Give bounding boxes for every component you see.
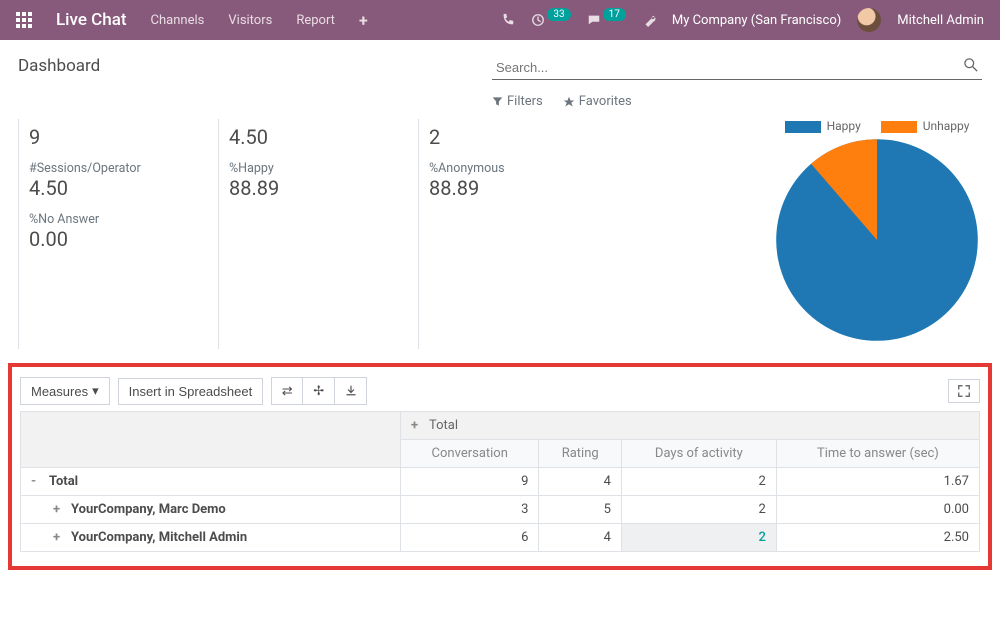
pivot-panel: Measures ▾ Insert in Spreadsheet ⇄ ✢ +To… <box>8 363 992 570</box>
messages-badge[interactable]: 17 <box>587 13 626 27</box>
pivot-column-header[interactable]: Conversation <box>401 440 539 468</box>
download-icon <box>345 385 357 397</box>
favorites-button[interactable]: Favorites <box>563 94 632 109</box>
phone-icon[interactable] <box>501 13 515 27</box>
pivot-row-header[interactable]: +YourCompany, Mitchell Admin <box>21 524 401 552</box>
pivot-cell[interactable]: 0.00 <box>776 496 979 524</box>
download-button[interactable] <box>335 377 367 405</box>
flip-axis-button[interactable]: ⇄ <box>271 377 303 405</box>
apps-icon[interactable] <box>16 12 32 28</box>
kpi-cell: 2 %Anonymous 88.89 <box>418 119 618 349</box>
user-menu[interactable]: Mitchell Admin <box>897 13 984 28</box>
star-icon <box>563 96 575 108</box>
legend-happy: Happy <box>785 119 861 133</box>
expand-icon <box>958 385 970 397</box>
activity-badge[interactable]: 33 <box>531 13 570 27</box>
pivot-column-header[interactable]: Rating <box>539 440 621 468</box>
pivot-cell[interactable]: 2 <box>621 496 776 524</box>
add-icon[interactable]: + <box>359 11 368 30</box>
nav-report[interactable]: Report <box>296 13 335 28</box>
caret-down-icon: ▾ <box>92 383 99 399</box>
kpi-region: 9 #Sessions/Operator 4.50 %No Answer 0.0… <box>0 119 1000 349</box>
app-brand[interactable]: Live Chat <box>56 10 127 30</box>
pivot-cell[interactable]: 1.67 <box>776 468 979 496</box>
company-switcher[interactable]: My Company (San Francisco) <box>672 13 841 28</box>
filter-icon <box>492 96 503 107</box>
avatar[interactable] <box>857 8 881 32</box>
filters-button[interactable]: Filters <box>492 94 543 109</box>
pivot-cell[interactable]: 3 <box>401 496 539 524</box>
page-title: Dashboard <box>18 56 100 76</box>
pivot-row-header[interactable]: +YourCompany, Marc Demo <box>21 496 401 524</box>
table-row: +YourCompany, Marc Demo3520.00 <box>21 496 980 524</box>
nav-channels[interactable]: Channels <box>151 13 205 28</box>
activity-count: 33 <box>547 8 570 21</box>
pivot-cell[interactable]: 4 <box>539 524 621 552</box>
kpi-cell: 9 #Sessions/Operator 4.50 %No Answer 0.0… <box>18 119 218 349</box>
table-row: +YourCompany, Mitchell Admin6422.50 <box>21 524 980 552</box>
measures-button[interactable]: Measures ▾ <box>20 377 110 405</box>
pivot-cell[interactable]: 9 <box>401 468 539 496</box>
pivot-column-header[interactable]: Time to answer (sec) <box>776 440 979 468</box>
expand-icon[interactable]: + <box>53 530 65 545</box>
pie-chart: Happy Unhappy <box>752 119 982 349</box>
pivot-column-header[interactable]: Days of activity <box>621 440 776 468</box>
page-header: Dashboard Filters Favorites <box>0 40 1000 109</box>
pivot-cell[interactable]: 4 <box>539 468 621 496</box>
clock-icon <box>531 13 545 27</box>
messages-count: 17 <box>603 8 626 21</box>
pivot-cell[interactable]: 2.50 <box>776 524 979 552</box>
expand-icon[interactable]: + <box>53 502 65 517</box>
expand-all-button[interactable]: ✢ <box>303 377 335 405</box>
fullscreen-button[interactable] <box>948 379 980 403</box>
legend-unhappy: Unhappy <box>881 119 970 133</box>
search-icon[interactable] <box>964 58 978 76</box>
pivot-cell[interactable]: 5 <box>539 496 621 524</box>
pivot-cell[interactable]: 2 <box>621 524 776 552</box>
insert-spreadsheet-button[interactable]: Insert in Spreadsheet <box>118 378 264 405</box>
pivot-table: +Total ConversationRatingDays of activit… <box>20 411 980 552</box>
pie-svg <box>772 135 982 345</box>
pivot-cell[interactable]: 2 <box>621 468 776 496</box>
wrench-icon[interactable] <box>642 13 656 27</box>
pivot-cell[interactable]: 6 <box>401 524 539 552</box>
search-input[interactable] <box>492 56 982 80</box>
collapse-icon[interactable]: - <box>31 474 43 489</box>
pivot-row-header[interactable]: -Total <box>21 468 401 496</box>
pivot-col-total[interactable]: +Total <box>401 412 980 440</box>
chat-icon <box>587 13 601 27</box>
kpi-cell: 4.50 %Happy 88.89 <box>218 119 418 349</box>
top-navbar: Live Chat Channels Visitors Report + 33 … <box>0 0 1000 40</box>
table-row: -Total9421.67 <box>21 468 980 496</box>
nav-visitors[interactable]: Visitors <box>228 13 272 28</box>
